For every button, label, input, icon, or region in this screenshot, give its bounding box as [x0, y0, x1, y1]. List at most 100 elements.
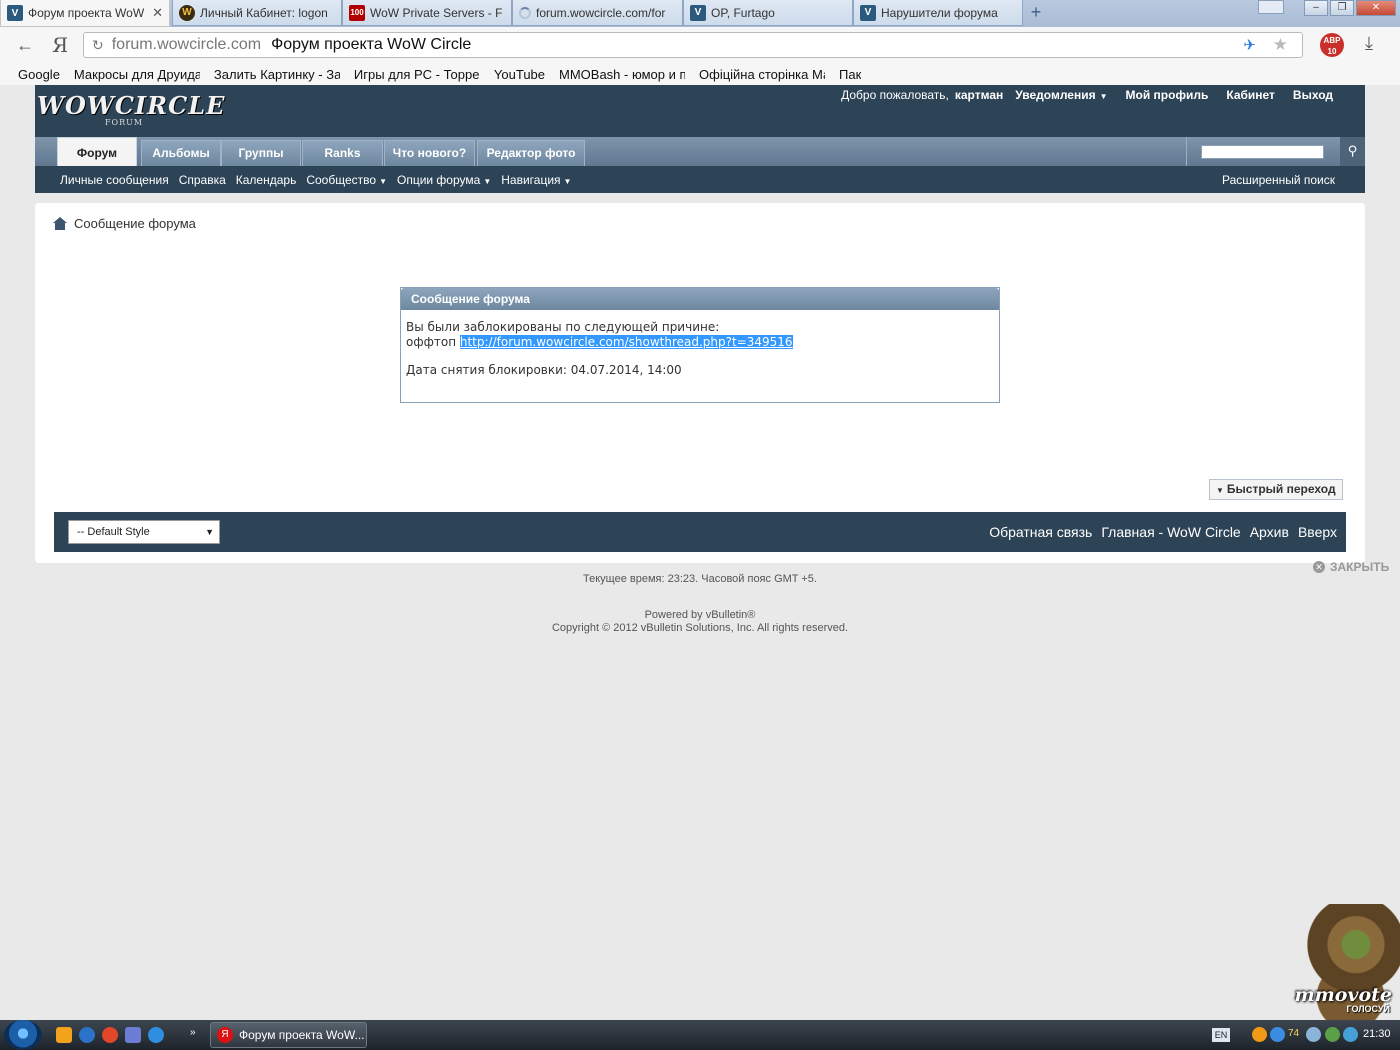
caret-down-icon: ▼ [1099, 92, 1108, 101]
message-body: Вы были заблокированы по следующей причи… [401, 310, 999, 388]
quicklaunch-browser-icon[interactable] [102, 1027, 118, 1043]
logout-link[interactable]: Выход [1293, 88, 1333, 102]
new-tab-button[interactable]: + [1024, 3, 1048, 23]
mmovote-widget[interactable]: mmovote ГОЛОСУЙ [1262, 900, 1400, 1020]
community-dropdown[interactable]: Сообщество ▼ [306, 173, 387, 187]
web-page: WOWCIRCLE FORUM Добро пожаловать, картма… [0, 85, 1400, 1020]
start-button[interactable] [4, 1020, 42, 1050]
tab-groups[interactable]: Группы [221, 140, 301, 166]
url-domain: forum.wowcircle.com [111, 36, 262, 53]
sub-nav: Личные сообщения Справка Календарь Сообщ… [35, 166, 1365, 193]
tab-forum-url[interactable]: forum.wowcircle.com/for [512, 0, 683, 26]
quicklaunch-save-icon[interactable] [125, 1027, 141, 1043]
language-indicator[interactable]: EN [1212, 1028, 1230, 1042]
forum-header: WOWCIRCLE FORUM Добро пожаловать, картма… [35, 85, 1365, 193]
close-tab-icon[interactable]: ✕ [152, 5, 163, 21]
forum-options-dropdown[interactable]: Опции форума ▼ [397, 173, 491, 187]
tab-ranks[interactable]: Ranks [302, 140, 383, 166]
tab-private-servers[interactable]: 100 WoW Private Servers - F [342, 0, 512, 26]
adblock-icon[interactable]: ABP 10 [1320, 33, 1344, 57]
yandex-button[interactable]: Я [52, 33, 68, 57]
breadcrumb: Сообщение форума [53, 216, 196, 231]
temperature-readout: 74 [1288, 1028, 1300, 1039]
turbo-icon[interactable]: ✈ [1243, 36, 1256, 54]
ban-thread-link[interactable]: http://forum.wowcircle.com/showthread.ph… [459, 335, 793, 349]
quicklaunch-icon[interactable] [56, 1027, 72, 1043]
caret-down-icon: ▼ [1216, 486, 1224, 495]
bookmark-pc-games[interactable]: Игры для PC - Торрен [354, 67, 480, 82]
top-link[interactable]: Вверх [1298, 524, 1337, 540]
tray-volume-icon[interactable] [1306, 1027, 1321, 1042]
quicklaunch-mail-icon[interactable] [79, 1027, 95, 1043]
search-icon[interactable]: ⚲ [1340, 137, 1365, 166]
site-logo-sub: FORUM [105, 118, 144, 127]
top100-icon: 100 [349, 4, 365, 21]
bookmark-druid-macros[interactable]: Макросы для Друида [74, 67, 200, 82]
calendar-link[interactable]: Календарь [236, 173, 297, 187]
footer-links: Обратная связь Главная - WoW Circle Архи… [989, 512, 1346, 552]
feedback-link[interactable]: Обратная связь [989, 524, 1092, 540]
private-messages-link[interactable]: Личные сообщения [60, 173, 169, 187]
home-wowcircle-link[interactable]: Главная - WoW Circle [1101, 524, 1240, 540]
wow-icon: W [179, 4, 195, 21]
site-logo[interactable]: WOWCIRCLE [37, 91, 225, 120]
cabinet-link[interactable]: Кабинет [1226, 88, 1275, 102]
tab-op-furtago[interactable]: V OP, Furtago [683, 0, 853, 26]
tray-update-icon[interactable] [1343, 1027, 1358, 1042]
tab-forum-nav[interactable]: Форум [57, 137, 137, 166]
tray-network-icon[interactable] [1270, 1027, 1285, 1042]
url-page-title: Форум проекта WoW Circle [271, 36, 472, 53]
bookmark-mmobash[interactable]: MMOBash - юмор и пр [559, 67, 685, 82]
bookmark-official-page[interactable]: Офіційна сторінка Ма [699, 67, 825, 82]
browser-menu-icon[interactable] [1258, 0, 1284, 14]
username-link[interactable]: картман [955, 88, 1003, 102]
quick-nav-button[interactable]: ▼ Быстрый переход [1209, 479, 1343, 500]
ban-notice: Вы были заблокированы по следующей причи… [406, 320, 720, 334]
taskbar-window-forum[interactable]: Я Форум проекта WoW... [210, 1022, 367, 1048]
url-field[interactable]: ↻ forum.wowcircle.com Форум проекта WoW … [83, 32, 1303, 58]
tab-whats-new[interactable]: Что нового? [384, 140, 475, 166]
tab-forum[interactable]: V Форум проекта WoW Ci ✕ [0, 0, 170, 27]
notifications-link[interactable]: Уведомления ▼ [1015, 88, 1107, 102]
ban-reason: оффтоп [406, 335, 457, 349]
bookmark-star-icon[interactable]: ★ [1273, 35, 1288, 55]
minimize-icon[interactable]: – [1304, 0, 1328, 16]
my-profile-link[interactable]: Мой профиль [1126, 88, 1209, 102]
reload-icon[interactable]: ↻ [92, 37, 104, 54]
restore-icon[interactable]: ❐ [1330, 0, 1354, 16]
vbulletin-icon: V [7, 5, 23, 21]
tab-cabinet[interactable]: W Личный Кабинет: logon [172, 0, 342, 26]
tab-violators[interactable]: V Нарушители форума [853, 0, 1023, 26]
style-select[interactable]: -- Default Style ▼ [68, 520, 220, 544]
bookmarks-bar: Google Макросы для Друида Залить Картинк… [0, 63, 1400, 85]
close-ad-button[interactable]: ✕ ЗАКРЫТЬ [1313, 560, 1389, 574]
bookmark-pak[interactable]: Пак [839, 67, 861, 82]
tab-albums[interactable]: Альбомы [141, 140, 221, 166]
tray-security-icon[interactable] [1325, 1027, 1340, 1042]
tab-photo-editor[interactable]: Редактор фото [477, 140, 585, 166]
breadcrumb-current: Сообщение форума [74, 216, 196, 231]
main-nav: Форум Альбомы Группы Ranks Что нового? Р… [35, 137, 1365, 166]
bookmark-youtube[interactable]: YouTube [494, 67, 545, 82]
download-icon[interactable]: ⤓ [1365, 33, 1373, 54]
archive-link[interactable]: Архив [1250, 524, 1289, 540]
help-link[interactable]: Справка [179, 173, 226, 187]
search-input[interactable] [1201, 145, 1324, 159]
back-arrow-icon[interactable]: ← [16, 35, 34, 56]
advanced-search-link[interactable]: Расширенный поиск [1222, 173, 1335, 187]
message-title: Сообщение форума [401, 288, 999, 310]
home-icon[interactable] [53, 217, 67, 230]
navigation-dropdown[interactable]: Навигация ▼ [501, 173, 571, 187]
bookmark-google[interactable]: Google [18, 67, 60, 82]
quicklaunch-more-icon[interactable]: » [190, 1027, 206, 1043]
select-arrow-icon: ▼ [205, 527, 214, 537]
tray-icon[interactable] [1252, 1027, 1267, 1042]
user-links: Добро пожаловать, картман Уведомления ▼ М… [841, 88, 1333, 102]
window-close-icon[interactable]: ✕ [1356, 0, 1396, 16]
mmovote-logo: mmovote [1294, 984, 1392, 1006]
welcome-text: Добро пожаловать, [841, 88, 949, 102]
caret-down-icon: ▼ [483, 176, 492, 186]
quicklaunch-ie-icon[interactable] [148, 1027, 164, 1043]
bookmark-upload-image[interactable]: Залить Картинку - За [214, 67, 340, 82]
loading-icon [519, 6, 531, 19]
